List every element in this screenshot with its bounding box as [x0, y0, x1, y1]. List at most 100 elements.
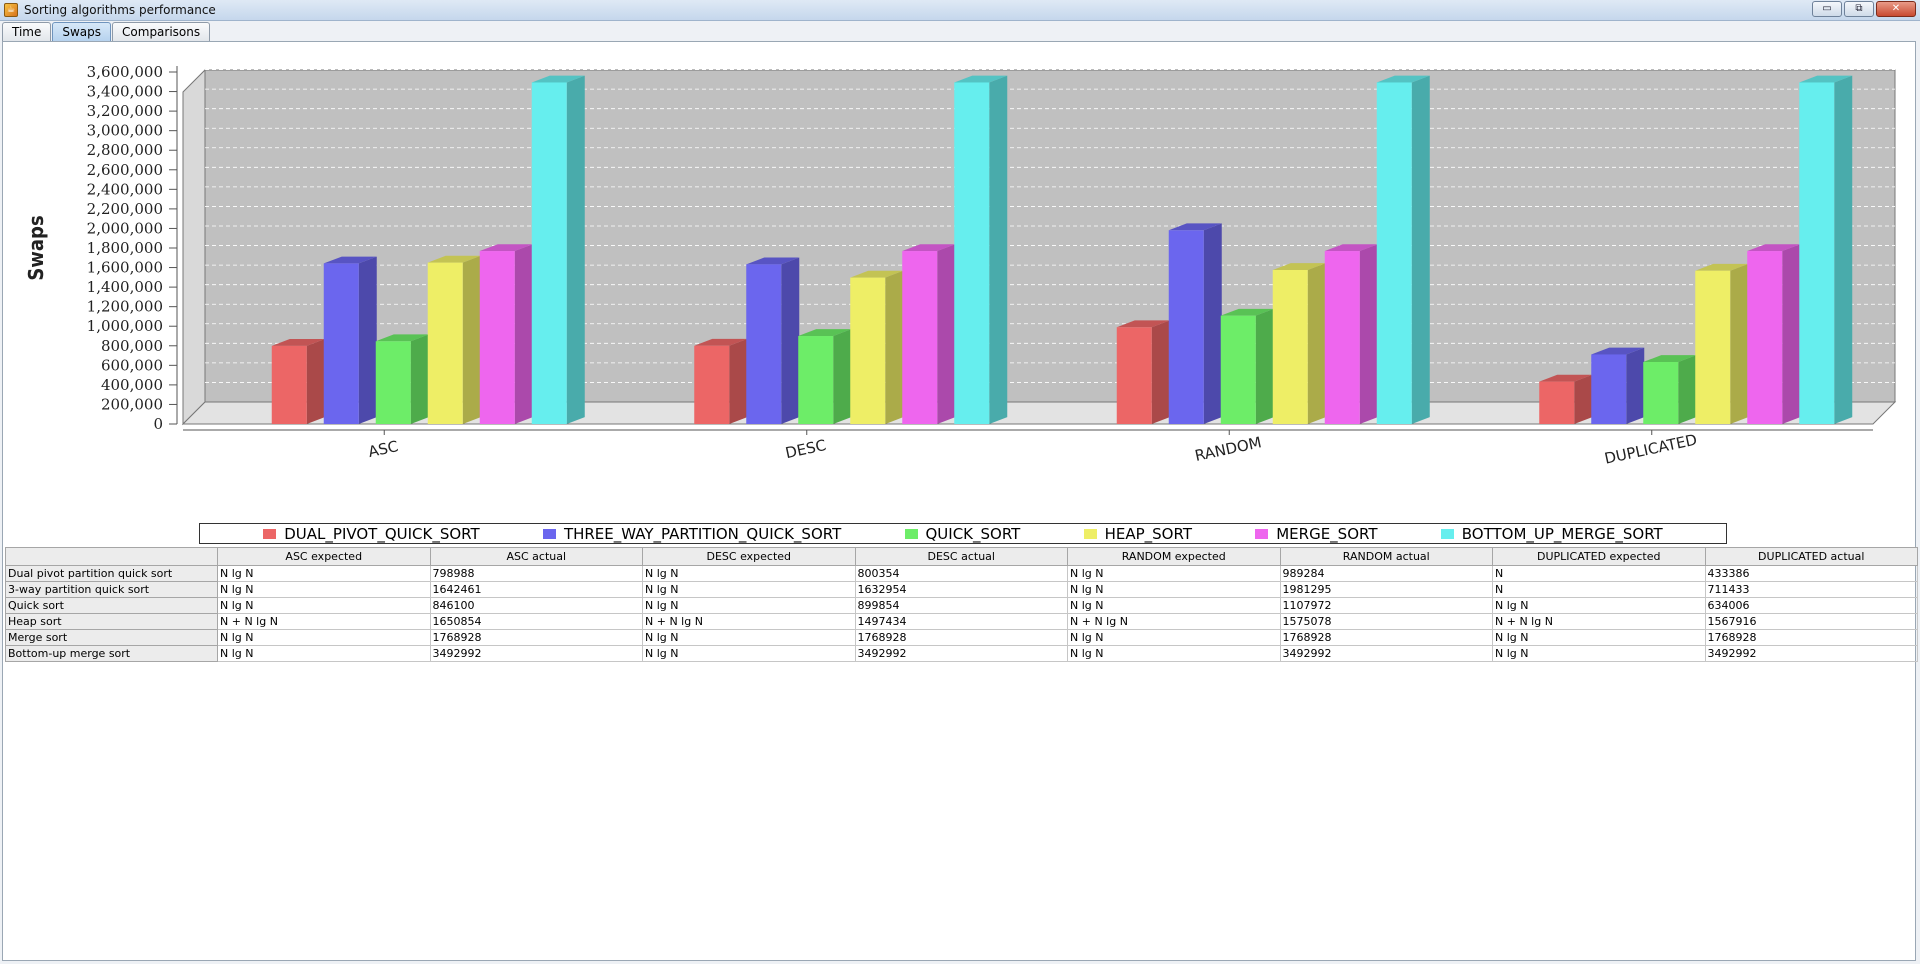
- table-cell[interactable]: 3492992: [1279, 645, 1493, 662]
- table-cell[interactable]: N lg N: [217, 581, 431, 598]
- table-cell[interactable]: N lg N: [1067, 581, 1281, 598]
- table-cell[interactable]: N lg N: [642, 581, 856, 598]
- row-header-cell[interactable]: Heap sort: [5, 613, 218, 630]
- table-cell[interactable]: 899854: [854, 597, 1068, 614]
- column-header[interactable]: ASC expected: [217, 547, 431, 566]
- column-header[interactable]: ASC actual: [429, 547, 643, 566]
- table-cell[interactable]: 1768928: [429, 629, 643, 646]
- row-header-cell[interactable]: 3-way partition quick sort: [5, 581, 218, 598]
- table-cell[interactable]: 711433: [1704, 581, 1918, 598]
- bar: [1643, 362, 1679, 424]
- table-cell[interactable]: N lg N: [217, 565, 431, 582]
- bar: [1324, 251, 1360, 424]
- table-cell[interactable]: 1567916: [1704, 613, 1918, 630]
- table-cell[interactable]: 1575078: [1279, 613, 1493, 630]
- table-cell[interactable]: N lg N: [217, 645, 431, 662]
- table-cell[interactable]: N lg N: [642, 645, 856, 662]
- table-cell[interactable]: 1642461: [429, 581, 643, 598]
- table-cell[interactable]: N + N lg N: [1492, 613, 1706, 630]
- table-cell[interactable]: 3492992: [854, 645, 1068, 662]
- row-header-cell[interactable]: Quick sort: [5, 597, 218, 614]
- bar: [1376, 82, 1412, 424]
- y-tick-label: 3,600,000: [87, 63, 163, 81]
- bar: [427, 262, 463, 424]
- java-app-icon: ☕: [4, 3, 18, 17]
- legend-swatch: [542, 528, 556, 539]
- table-row[interactable]: Heap sort N + N lg N 1650854 N + N lg N …: [5, 613, 1918, 630]
- bar: [1695, 270, 1731, 424]
- column-header[interactable]: DUPLICATED expected: [1492, 547, 1706, 566]
- legend-label: DUAL_PIVOT_QUICK_SORT: [284, 524, 480, 543]
- table-row[interactable]: Merge sort N lg N 1768928 N lg N 1768928…: [5, 629, 1918, 646]
- table-cell[interactable]: N lg N: [642, 597, 856, 614]
- table-cell[interactable]: 1768928: [1279, 629, 1493, 646]
- window-title-bar: ☕ Sorting algorithms performance ▭ ⧉ ✕: [0, 0, 1920, 21]
- table-cell[interactable]: N + N lg N: [642, 613, 856, 630]
- y-tick-label: 2,800,000: [87, 141, 163, 159]
- minimize-button[interactable]: ▭: [1812, 1, 1842, 17]
- row-header-cell[interactable]: Dual pivot partition quick sort: [5, 565, 218, 582]
- table-cell[interactable]: 846100: [429, 597, 643, 614]
- bar: [479, 251, 515, 424]
- table-cell[interactable]: N lg N: [217, 597, 431, 614]
- table-cell[interactable]: N lg N: [1067, 565, 1281, 582]
- table-cell[interactable]: 989284: [1279, 565, 1493, 582]
- bar-side: [1626, 347, 1645, 424]
- tab-comparisons[interactable]: Comparisons: [112, 22, 211, 41]
- table-cell[interactable]: N lg N: [1492, 629, 1706, 646]
- column-header[interactable]: DESC actual: [854, 547, 1068, 566]
- table-cell[interactable]: N lg N: [1067, 629, 1281, 646]
- tab-swaps[interactable]: Swaps: [52, 22, 112, 41]
- close-button[interactable]: ✕: [1876, 1, 1916, 17]
- table-row[interactable]: 3-way partition quick sort N lg N 164246…: [5, 581, 1918, 598]
- y-tick-label: 2,000,000: [87, 219, 163, 237]
- column-header[interactable]: [5, 547, 218, 566]
- bar: [798, 336, 834, 424]
- table-row[interactable]: Quick sort N lg N 846100 N lg N 899854 N…: [5, 597, 1918, 614]
- table-cell[interactable]: 800354: [854, 565, 1068, 582]
- maximize-button[interactable]: ⧉: [1844, 1, 1874, 17]
- table-cell[interactable]: 1107972: [1279, 597, 1493, 614]
- table-cell[interactable]: N lg N: [642, 565, 856, 582]
- table-cell[interactable]: 3492992: [429, 645, 643, 662]
- column-header[interactable]: RANDOM expected: [1067, 547, 1281, 566]
- table-cell[interactable]: N lg N: [1492, 645, 1706, 662]
- table-cell[interactable]: 1650854: [429, 613, 643, 630]
- tab-time[interactable]: Time: [2, 22, 52, 41]
- table-cell[interactable]: 1632954: [854, 581, 1068, 598]
- table-cell[interactable]: N + N lg N: [1067, 613, 1281, 630]
- table-cell[interactable]: N lg N: [1067, 645, 1281, 662]
- table-cell[interactable]: 1497434: [854, 613, 1068, 630]
- table-row[interactable]: Bottom-up merge sort N lg N 3492992 N lg…: [5, 645, 1918, 662]
- bar: [1272, 269, 1308, 424]
- table-cell[interactable]: N lg N: [642, 629, 856, 646]
- column-header[interactable]: DESC expected: [642, 547, 856, 566]
- chart-legend: DUAL_PIVOT_QUICK_SORT THREE_WAY_PARTITION…: [199, 523, 1727, 544]
- bar: [375, 341, 411, 424]
- row-header-cell[interactable]: Bottom-up merge sort: [5, 645, 218, 662]
- table-cell[interactable]: N + N lg N: [217, 613, 431, 630]
- x-tick-label: DESC: [784, 436, 828, 462]
- y-tick-label: 400,000: [101, 376, 163, 394]
- table-cell[interactable]: 3492992: [1704, 645, 1918, 662]
- table-cell[interactable]: 634006: [1704, 597, 1918, 614]
- table-cell[interactable]: 1768928: [1704, 629, 1918, 646]
- table-cell[interactable]: 798988: [429, 565, 643, 582]
- bar-side: [462, 255, 481, 424]
- bar: [1168, 230, 1204, 424]
- table-cell[interactable]: N lg N: [1492, 597, 1706, 614]
- table-cell[interactable]: 433386: [1704, 565, 1918, 582]
- row-header-cell[interactable]: Merge sort: [5, 629, 218, 646]
- table-row[interactable]: Dual pivot partition quick sort N lg N 7…: [5, 565, 1918, 582]
- table-cell[interactable]: N lg N: [1067, 597, 1281, 614]
- table-cell[interactable]: N lg N: [217, 629, 431, 646]
- column-header[interactable]: RANDOM actual: [1279, 547, 1493, 566]
- x-tick-label: DUPLICATED: [1603, 431, 1699, 468]
- table-cell[interactable]: 1768928: [854, 629, 1068, 646]
- y-tick-label: 800,000: [101, 337, 163, 355]
- table-cell[interactable]: N: [1492, 565, 1706, 582]
- bar: [954, 82, 990, 424]
- column-header[interactable]: DUPLICATED actual: [1704, 547, 1918, 566]
- table-cell[interactable]: N: [1492, 581, 1706, 598]
- table-cell[interactable]: 1981295: [1279, 581, 1493, 598]
